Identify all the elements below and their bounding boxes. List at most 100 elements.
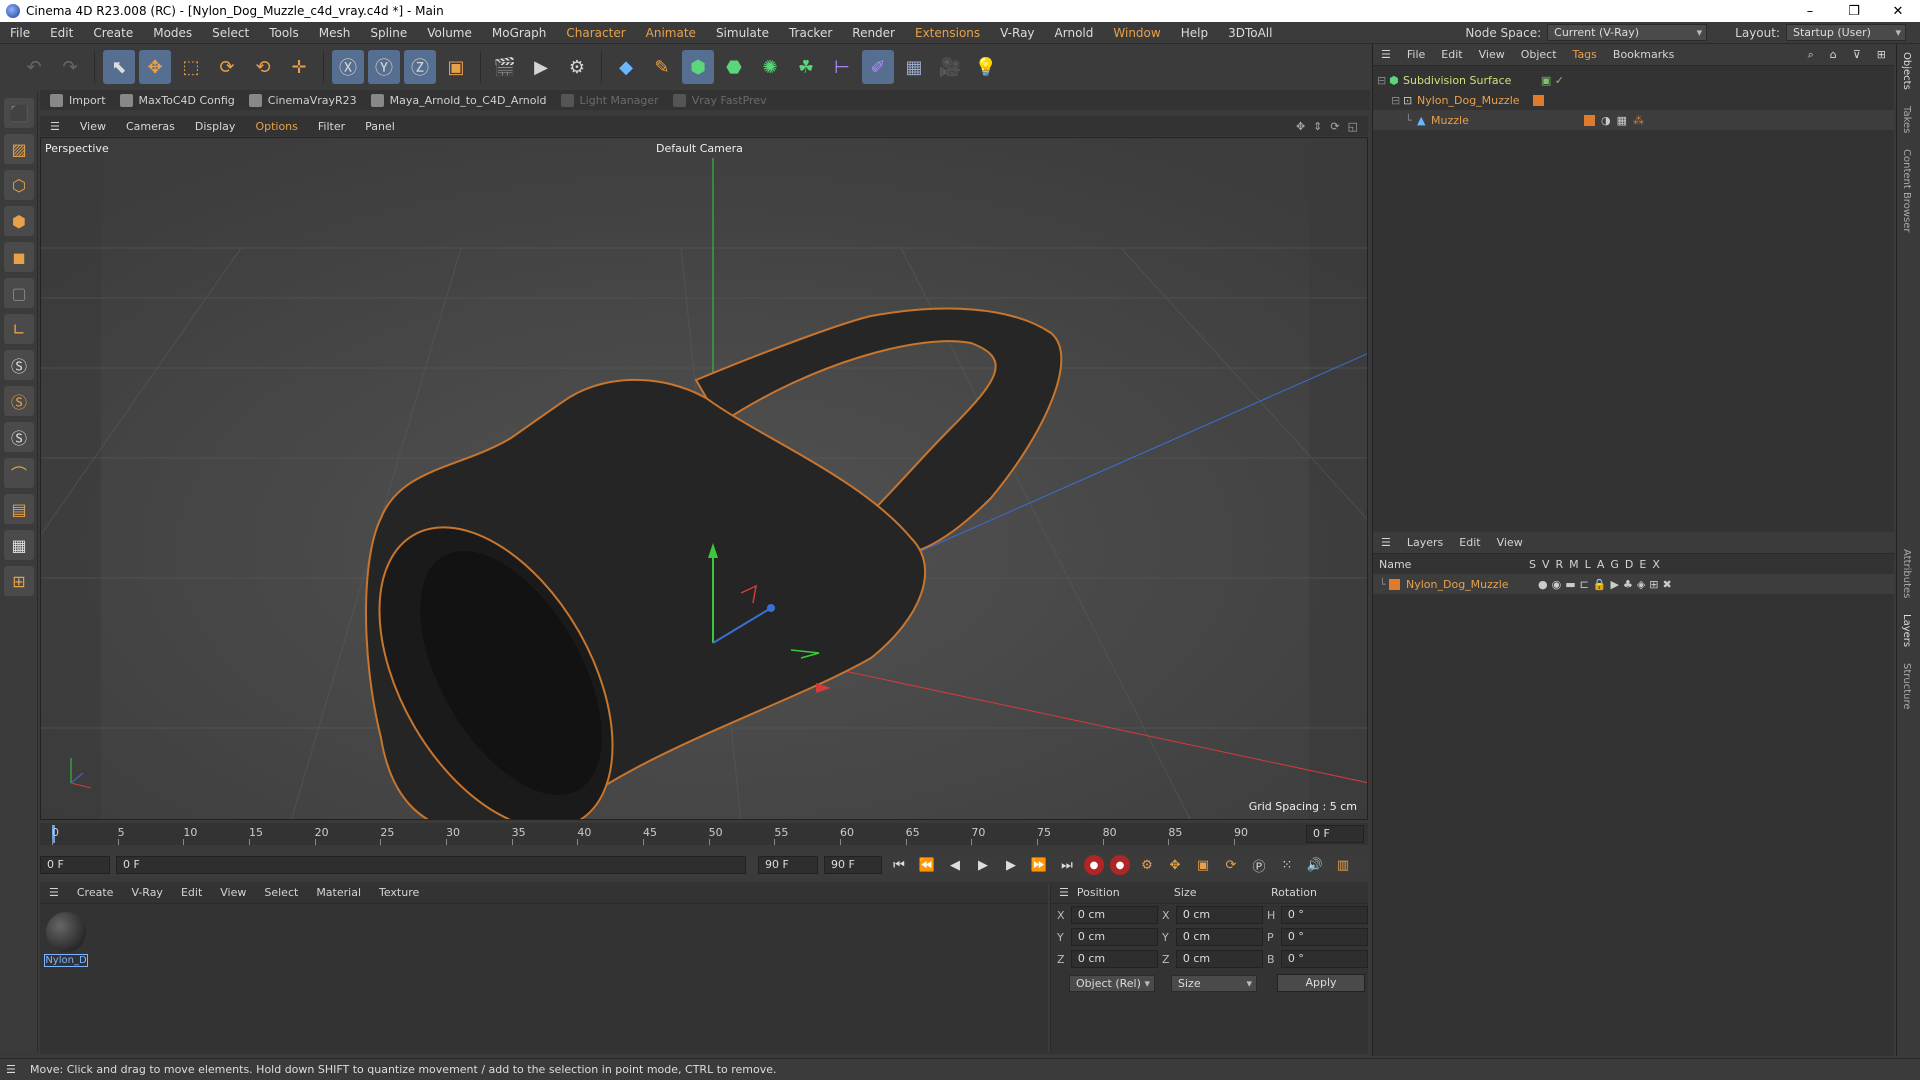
menu-arnold[interactable]: Arnold — [1045, 26, 1104, 40]
timeline-ruler[interactable]: 0 5 10 15 20 25 30 35 40 45 50 55 60 65 70 75 80 85 90 0 F — [40, 823, 1368, 845]
menu-modes[interactable]: Modes — [143, 26, 202, 40]
y-axis-lock-icon[interactable]: Ⓨ — [368, 50, 400, 84]
previous-key-icon[interactable]: ⏪ — [916, 854, 938, 876]
layer-row[interactable]: └ Nylon_Dog_Muzzle ●◉▬⊏🔒▶♣◈⊞✖ — [1373, 574, 1895, 594]
objects-menu-view[interactable]: View — [1471, 48, 1513, 61]
status-hamburger-icon[interactable]: ☰ — [6, 1063, 16, 1076]
layers-hamburger-icon[interactable]: ☰ — [1373, 536, 1399, 549]
objects-hamburger-icon[interactable]: ☰ — [1373, 48, 1399, 61]
sound-icon[interactable]: 🔊 — [1304, 854, 1326, 876]
menu-extensions[interactable]: Extensions — [905, 26, 990, 40]
menu-spline[interactable]: Spline — [360, 26, 417, 40]
hamburger-icon[interactable]: ☰ — [40, 120, 70, 133]
material-menu-vray[interactable]: V-Ray — [122, 886, 172, 899]
menu-simulate[interactable]: Simulate — [706, 26, 779, 40]
keyframe-selection-icon[interactable]: ⚙ — [1136, 854, 1158, 876]
rotation-b-field[interactable]: 0 ° — [1280, 950, 1368, 968]
previous-frame-icon[interactable]: ◀ — [944, 854, 966, 876]
redo-icon[interactable]: ↷ — [54, 50, 86, 84]
render-view-icon[interactable]: ▶ — [525, 50, 557, 84]
layer-color-swatch-muzzle[interactable] — [1583, 114, 1595, 126]
objects-new-window-icon[interactable]: ⊞ — [1869, 48, 1894, 61]
material-menu-select[interactable]: Select — [255, 886, 307, 899]
objects-search-icon[interactable]: ⌕ — [1800, 48, 1822, 62]
tab-content-browser[interactable]: Content Browser — [1897, 141, 1916, 240]
key-position-icon[interactable]: ✥ — [1164, 854, 1186, 876]
vray-fastprev-button[interactable]: Vray FastPrev — [672, 93, 767, 107]
field-icon[interactable]: ✐ — [862, 50, 894, 84]
workplane-icon[interactable]: ▤ — [4, 494, 34, 524]
key-rotation-icon[interactable]: ⟳ — [1220, 854, 1242, 876]
viewport-menu-filter[interactable]: Filter — [308, 120, 355, 133]
workplane-lock-icon[interactable]: ⊞ — [4, 566, 34, 596]
apply-button[interactable]: Apply — [1277, 974, 1365, 992]
current-frame-slider[interactable]: 0 F — [116, 856, 746, 874]
objects-home-icon[interactable]: ⌂ — [1822, 48, 1845, 61]
undo-icon[interactable]: ↶ — [18, 50, 50, 84]
node-space-dropdown[interactable]: Current (V-Ray) — [1547, 24, 1708, 41]
floor-icon[interactable]: ▦ — [898, 50, 930, 84]
material-tag-icon[interactable]: ◑ — [1601, 114, 1611, 127]
z-axis-lock-icon[interactable]: Ⓩ — [404, 50, 436, 84]
key-parameter-icon[interactable]: Ⓟ — [1248, 854, 1270, 876]
pen-spline-icon[interactable]: ✎ — [646, 50, 678, 84]
key-pla-icon[interactable]: ⁙ — [1276, 854, 1298, 876]
viewport-menu-view[interactable]: View — [70, 120, 116, 133]
menu-tracker[interactable]: Tracker — [779, 26, 842, 40]
coordinate-system-icon[interactable]: ▣ — [440, 50, 472, 84]
rotation-p-field[interactable]: 0 ° — [1280, 928, 1368, 946]
selection-tag-icon[interactable]: ⁂ — [1633, 114, 1644, 127]
cloner-icon[interactable]: ✺ — [754, 50, 786, 84]
light-manager-button[interactable]: Light Manager — [560, 93, 659, 107]
viewport[interactable]: Perspective Default Camera Grid Spacing … — [40, 137, 1368, 820]
timeline-end-field[interactable]: 0 F — [1306, 825, 1364, 843]
next-key-icon[interactable]: ⏩ — [1028, 854, 1050, 876]
cinemavray-button[interactable]: CinemaVrayR23 — [248, 93, 357, 107]
size-y-field[interactable]: 0 cm — [1175, 928, 1263, 946]
viewport-camera-label[interactable]: Default Camera — [656, 142, 743, 155]
menu-help[interactable]: Help — [1171, 26, 1218, 40]
menu-animate[interactable]: Animate — [636, 26, 706, 40]
viewport-menu-options[interactable]: Options — [245, 120, 307, 133]
objects-menu-object[interactable]: Object — [1513, 48, 1565, 61]
menu-3dtoall[interactable]: 3DToAll — [1218, 26, 1282, 40]
go-to-start-icon[interactable]: ⏮ — [888, 854, 910, 876]
x-axis-lock-icon[interactable]: Ⓧ — [332, 50, 364, 84]
menu-edit[interactable]: Edit — [40, 26, 83, 40]
size-x-field[interactable]: 0 cm — [1175, 906, 1263, 924]
close-button[interactable]: ✕ — [1876, 4, 1920, 19]
menu-render[interactable]: Render — [842, 26, 905, 40]
cube-primitive-icon[interactable]: ◆ — [610, 50, 642, 84]
menu-character[interactable]: Character — [556, 26, 635, 40]
move-tool-icon[interactable]: ✥ — [139, 50, 171, 84]
viewport-maximize-icon[interactable]: ◱ — [1348, 120, 1358, 133]
layer-color-swatch[interactable] — [1533, 94, 1544, 106]
render-region-icon[interactable]: 🎬 — [489, 50, 521, 84]
polygon-mode-icon[interactable]: ◼ — [4, 242, 34, 272]
point-mode-icon[interactable]: ⬡ — [4, 170, 34, 200]
light-icon[interactable]: 💡 — [970, 50, 1002, 84]
objects-menu-file[interactable]: File — [1399, 48, 1433, 61]
menu-select[interactable]: Select — [202, 26, 259, 40]
scale-tool-icon[interactable]: ⬚ — [175, 50, 207, 84]
rotate-tool-icon[interactable]: ⟳ — [211, 50, 243, 84]
uv-mode-icon[interactable]: ▢ — [4, 278, 34, 308]
subdivision-surface-icon[interactable]: ⬢ — [682, 50, 714, 84]
tab-attributes[interactable]: Attributes — [1897, 541, 1916, 606]
import-button[interactable]: Import — [50, 93, 106, 107]
tree-row-muzzle[interactable]: └ ▲ Muzzle ◑ ▦ ⁂ — [1373, 110, 1894, 130]
rotation-h-field[interactable]: 0 ° — [1280, 906, 1368, 924]
next-frame-icon[interactable]: ▶ — [1000, 854, 1022, 876]
menu-mograph[interactable]: MoGraph — [482, 26, 557, 40]
coordinate-mode-dropdown[interactable]: Object (Rel) — [1069, 974, 1155, 992]
position-z-field[interactable]: 0 cm — [1070, 950, 1158, 968]
position-x-field[interactable]: 0 cm — [1070, 906, 1158, 924]
objects-menu-edit[interactable]: Edit — [1433, 48, 1470, 61]
menu-tools[interactable]: Tools — [259, 26, 309, 40]
viewport-menu-panel[interactable]: Panel — [355, 120, 405, 133]
material-swatch[interactable]: Nylon_D — [44, 912, 88, 967]
start-frame-field[interactable]: 0 F — [40, 856, 110, 874]
texture-mode-icon[interactable]: ▨ — [4, 134, 34, 164]
tab-takes[interactable]: Takes — [1897, 98, 1916, 141]
tab-objects[interactable]: Objects — [1897, 44, 1916, 98]
